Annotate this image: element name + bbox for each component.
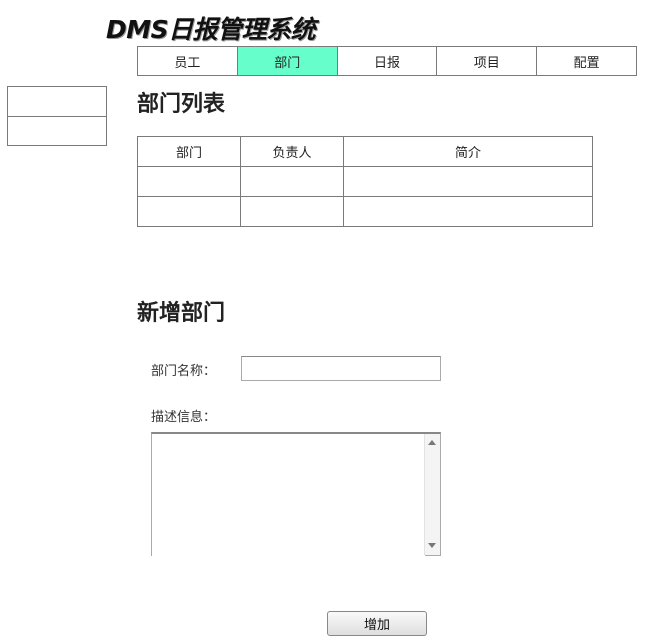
column-header-department: 部门 — [137, 136, 241, 167]
dept-list-title: 部门列表 — [137, 92, 226, 117]
page: DMS日报管理系统 员工 部门 日报 项目 配置 部门列表 部门 负责人 简介 — [0, 0, 646, 644]
scroll-down-arrow-icon[interactable] — [428, 543, 436, 548]
table-cell — [343, 166, 593, 197]
scroll-up-arrow-icon[interactable] — [428, 440, 436, 445]
description-label: 描述信息： — [151, 410, 217, 425]
description-field — [151, 432, 441, 556]
table-cell — [240, 166, 344, 197]
table-row — [137, 166, 593, 197]
table-header-row: 部门 负责人 简介 — [137, 136, 593, 167]
add-button[interactable]: 增加 — [327, 611, 427, 636]
table-row — [137, 196, 593, 227]
column-header-description: 简介 — [343, 136, 593, 167]
dept-name-label: 部门名称： — [151, 364, 217, 379]
table-cell — [240, 196, 344, 227]
app-title: DMS日报管理系统 — [106, 15, 316, 44]
table-cell — [343, 196, 593, 227]
nav-item-departments[interactable]: 部门 — [237, 47, 338, 75]
table-cell — [137, 166, 241, 197]
side-menu-item[interactable] — [8, 87, 106, 116]
add-dept-title: 新增部门 — [137, 301, 226, 326]
nav-item-projects[interactable]: 项目 — [437, 47, 538, 75]
side-menu-item[interactable] — [8, 116, 106, 145]
side-menu — [7, 86, 107, 146]
column-header-manager: 负责人 — [240, 136, 344, 167]
table-cell — [137, 196, 241, 227]
dept-name-input[interactable] — [241, 356, 441, 381]
nav-item-daily-reports[interactable]: 日报 — [338, 47, 438, 75]
dept-table: 部门 负责人 简介 — [137, 136, 593, 227]
description-scrollbar[interactable] — [424, 434, 440, 555]
description-textarea[interactable] — [152, 434, 425, 556]
nav-item-settings[interactable]: 配置 — [537, 47, 636, 75]
main-nav: 员工 部门 日报 项目 配置 — [137, 46, 637, 76]
nav-item-employees[interactable]: 员工 — [138, 47, 238, 75]
